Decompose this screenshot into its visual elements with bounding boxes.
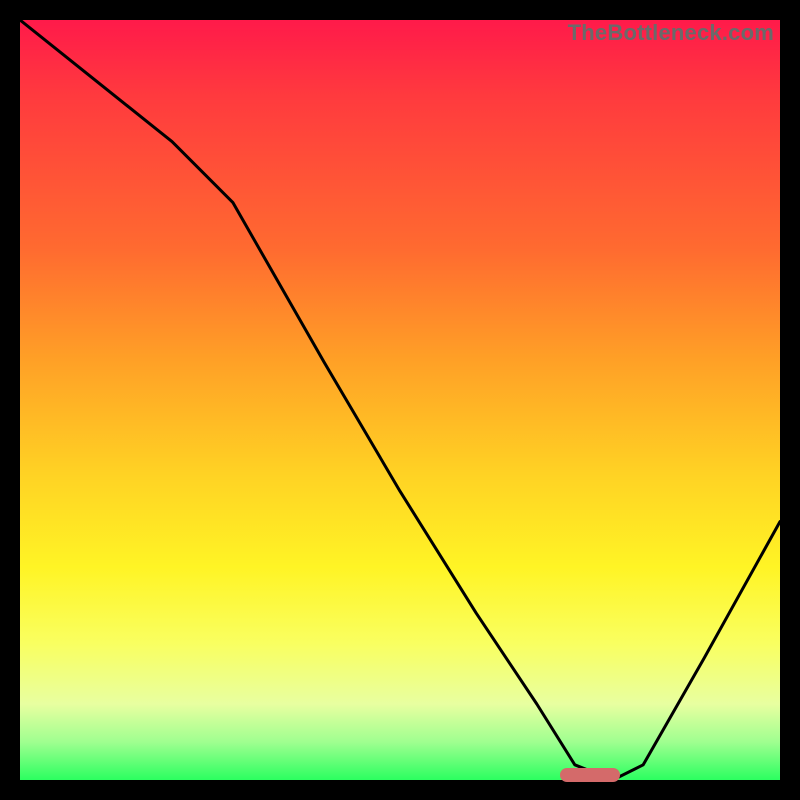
bottleneck-curve <box>20 20 780 780</box>
plot-area: TheBottleneck.com <box>20 20 780 780</box>
chart-container: TheBottleneck.com <box>0 0 800 800</box>
optimal-marker <box>560 768 620 782</box>
